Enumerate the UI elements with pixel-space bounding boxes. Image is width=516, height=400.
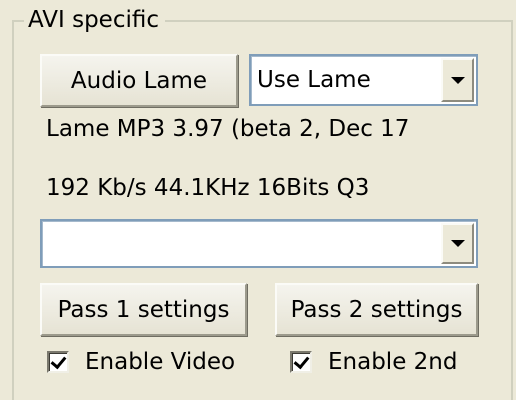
chevron-down-icon[interactable]	[441, 223, 474, 264]
enable-video-checkbox-row[interactable]: Enable Video	[47, 347, 235, 377]
enable-2nd-label: Enable 2nd	[328, 349, 458, 375]
audio-lame-button[interactable]: Audio Lame	[40, 54, 238, 107]
enable-2nd-checkbox[interactable]	[290, 351, 312, 373]
secondary-combo[interactable]	[40, 219, 478, 268]
chevron-down-icon[interactable]	[441, 58, 474, 102]
group-title: AVI specific	[24, 5, 165, 35]
pass-2-settings-label: Pass 2 settings	[290, 296, 463, 323]
audio-codec-combo-value: Use Lame	[257, 67, 371, 93]
pass-1-settings-button[interactable]: Pass 1 settings	[40, 283, 247, 336]
pass-2-settings-button[interactable]: Pass 2 settings	[275, 283, 478, 336]
checkmark-icon	[50, 352, 67, 370]
audio-lame-button-label: Audio Lame	[70, 67, 208, 94]
enable-video-label: Enable Video	[85, 349, 236, 375]
enable-video-checkbox[interactable]	[47, 351, 69, 373]
lame-version-text: Lame MP3 3.97 (beta 2, Dec 17	[46, 116, 410, 142]
pass-1-settings-label: Pass 1 settings	[57, 296, 230, 323]
enable-2nd-checkbox-row[interactable]: Enable 2nd	[290, 347, 457, 377]
audio-format-text: 192 Kb/s 44.1KHz 16Bits Q3	[46, 175, 370, 201]
audio-codec-combo[interactable]: Use Lame	[249, 54, 478, 106]
checkmark-icon	[293, 352, 310, 370]
